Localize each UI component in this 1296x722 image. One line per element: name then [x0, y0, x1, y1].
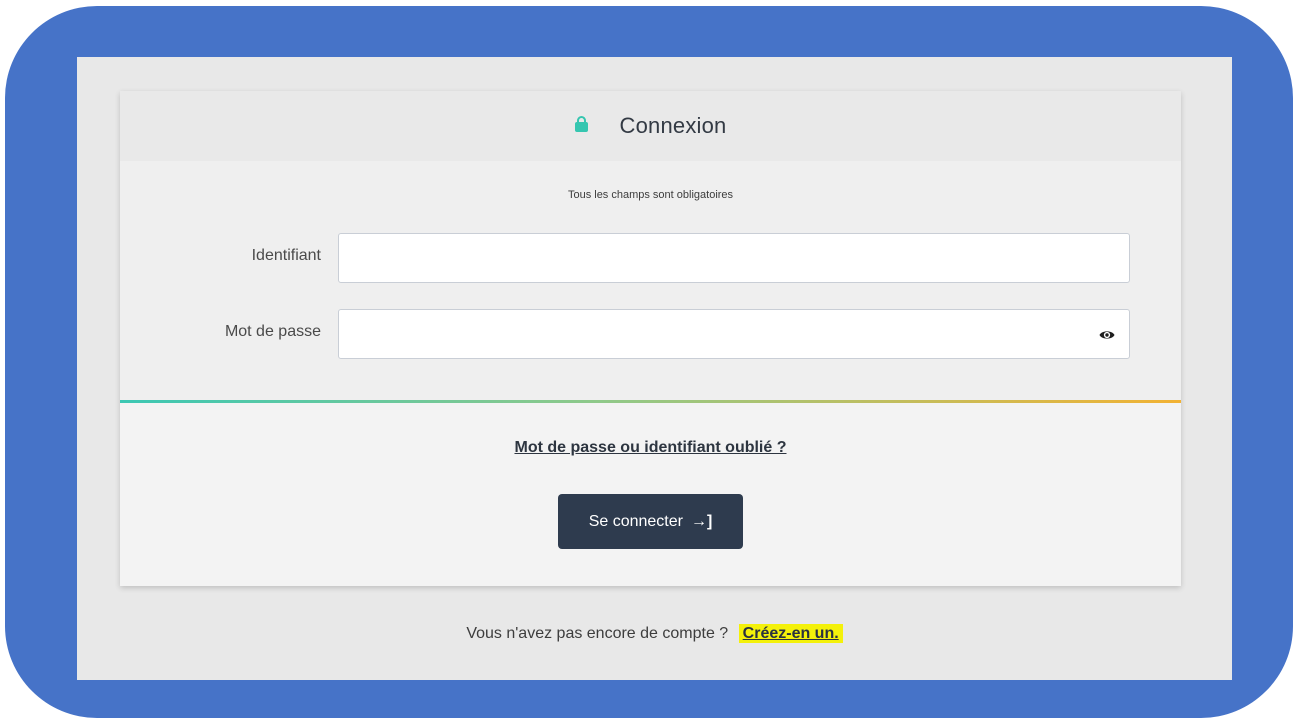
- login-button-label: Se connecter: [588, 512, 683, 530]
- signup-prompt-text: Vous n'avez pas encore de compte ?: [466, 625, 729, 642]
- signup-prompt-row: Vous n'avez pas encore de compte ? Créez…: [77, 624, 1232, 643]
- card-header: Connexion: [120, 91, 1181, 161]
- login-button[interactable]: Se connecter →]: [558, 494, 743, 549]
- password-field-box: [338, 309, 1130, 359]
- login-page: Connexion Tous les champs sont obligatoi…: [77, 57, 1232, 680]
- login-card: Connexion Tous les champs sont obligatoi…: [120, 91, 1181, 586]
- login-form: Tous les champs sont obligatoires Identi…: [120, 161, 1181, 401]
- forgot-credentials-link[interactable]: Mot de passe ou identifiant oublié ?: [120, 439, 1181, 457]
- card-footer: Mot de passe ou identifiant oublié ? Se …: [120, 403, 1181, 586]
- required-fields-note: Tous les champs sont obligatoires: [567, 189, 734, 201]
- username-label: Identifiant: [251, 247, 321, 264]
- username-field-box: [338, 233, 1130, 283]
- create-account-link[interactable]: Créez-en un.: [738, 624, 843, 643]
- sign-in-icon: →]: [690, 512, 713, 530]
- eye-icon[interactable]: [1099, 328, 1115, 340]
- password-label: Mot de passe: [224, 323, 321, 340]
- lock-icon: [574, 116, 588, 134]
- card-title: Connexion: [619, 113, 727, 138]
- password-input[interactable]: [339, 310, 1129, 358]
- username-input[interactable]: [339, 234, 1129, 282]
